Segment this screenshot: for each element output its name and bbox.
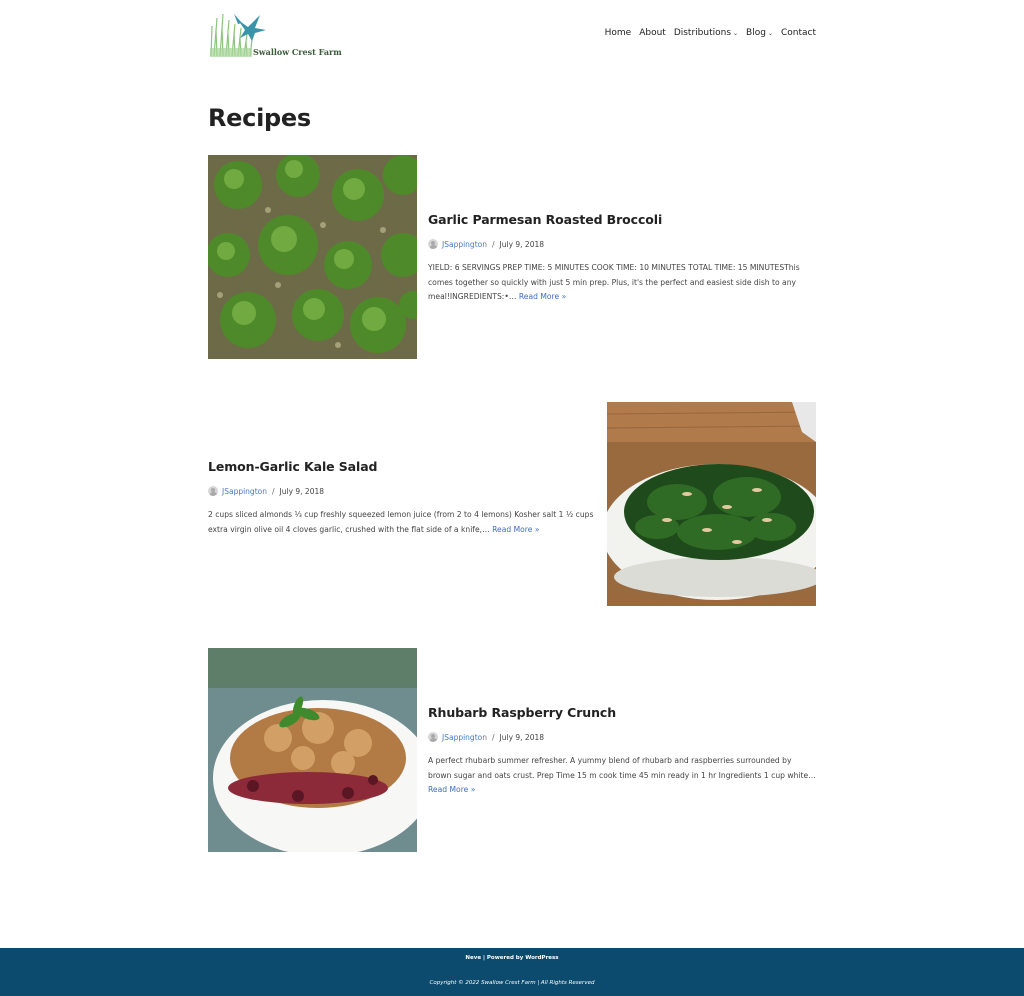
- author-link[interactable]: JSappington: [222, 487, 267, 496]
- main-navigation: Home About Distributions ⌄ Blog ⌄ Contact: [605, 28, 816, 38]
- nav-label: Home: [604, 28, 632, 38]
- excerpt-text: A perfect rhubarb summer refresher. A yu…: [428, 756, 816, 780]
- post-date: July 9, 2018: [279, 486, 325, 496]
- footer-copyright: Copyright © 2022 Swallow Crest Farm | Al…: [429, 980, 595, 986]
- author-link[interactable]: JSappington: [442, 240, 487, 249]
- nav-item-blog[interactable]: Blog ⌄: [746, 28, 773, 38]
- nav-item-contact[interactable]: Contact: [781, 28, 816, 38]
- footer-credits[interactable]: Neve | Powered by WordPress: [0, 955, 1024, 961]
- chevron-down-icon[interactable]: ⌄: [733, 30, 738, 37]
- site-footer: Neve | Powered by WordPress Copyright © …: [0, 948, 1024, 996]
- post-excerpt: 2 cups sliced almonds ⅓ cup freshly sque…: [208, 508, 598, 537]
- post-meta: JSappington / July 9, 2018: [208, 486, 598, 496]
- post-content: Garlic Parmesan Roasted Broccoli JSappin…: [428, 212, 816, 305]
- nav-item-distributions[interactable]: Distributions ⌄: [674, 28, 738, 38]
- logo-text: Swallow Crest Farm: [253, 47, 342, 57]
- post-thumbnail-broccoli[interactable]: [208, 155, 417, 359]
- post-content: Rhubarb Raspberry Crunch JSappington / J…: [428, 705, 816, 798]
- nav-item-home[interactable]: Home: [605, 28, 632, 38]
- author-link[interactable]: JSappington: [442, 733, 487, 742]
- meta-separator: /: [491, 239, 495, 249]
- post-item: Rhubarb Raspberry Crunch JSappington / J…: [208, 648, 816, 852]
- post-excerpt: YIELD: 6 SERVINGS PREP TIME: 5 MINUTES C…: [428, 261, 816, 305]
- avatar: [208, 486, 218, 496]
- post-thumbnail-kale-salad[interactable]: [607, 402, 816, 606]
- post-excerpt: A perfect rhubarb summer refresher. A yu…: [428, 754, 816, 798]
- post-meta: JSappington / July 9, 2018: [428, 239, 816, 249]
- nav-label: Distributions: [673, 28, 732, 38]
- read-more-link[interactable]: Read More »: [519, 292, 566, 301]
- post-thumbnail-rhubarb-crunch[interactable]: [208, 648, 417, 852]
- meta-separator: /: [491, 732, 495, 742]
- site-logo[interactable]: Swallow Crest Farm: [208, 8, 342, 58]
- post-item: Garlic Parmesan Roasted Broccoli JSappin…: [208, 155, 816, 359]
- post-meta: JSappington / July 9, 2018: [428, 732, 816, 742]
- read-more-link[interactable]: Read More »: [428, 785, 475, 794]
- site-header: Swallow Crest Farm Home About Distributi…: [0, 0, 1024, 70]
- post-date: July 9, 2018: [499, 239, 545, 249]
- meta-separator: /: [271, 486, 275, 496]
- read-more-link[interactable]: Read More »: [492, 525, 539, 534]
- avatar: [428, 732, 438, 742]
- excerpt-text: YIELD: 6 SERVINGS PREP TIME: 5 MINUTES C…: [428, 263, 800, 301]
- chevron-down-icon[interactable]: ⌄: [768, 30, 773, 37]
- nav-label: About: [639, 28, 666, 38]
- post-content: Lemon-Garlic Kale Salad JSappington / Ju…: [208, 459, 598, 537]
- post-title[interactable]: Garlic Parmesan Roasted Broccoli: [428, 212, 816, 227]
- post-title[interactable]: Rhubarb Raspberry Crunch: [428, 705, 816, 720]
- post-date: July 9, 2018: [499, 732, 545, 742]
- nav-item-about[interactable]: About: [639, 28, 666, 38]
- post-item: Lemon-Garlic Kale Salad JSappington / Ju…: [208, 402, 816, 606]
- avatar: [428, 239, 438, 249]
- nav-label: Blog: [746, 28, 766, 38]
- post-title[interactable]: Lemon-Garlic Kale Salad: [208, 459, 598, 474]
- page-title: Recipes: [208, 104, 311, 132]
- nav-label: Contact: [780, 28, 816, 38]
